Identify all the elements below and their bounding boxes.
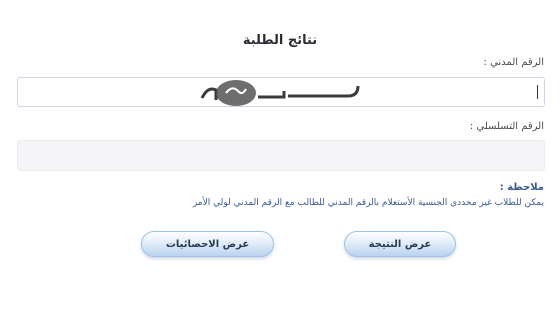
page-title: نتائج الطلبة	[242, 33, 318, 48]
civil-id-label: الرقم المدني :	[483, 57, 544, 68]
note-text: يمكن للطلاب غير محددي الجنسية الأستعلام …	[192, 198, 544, 208]
show-result-button[interactable]: عرض النتيجة	[344, 231, 456, 257]
text-cursor	[537, 85, 538, 99]
logo-watermark-icon	[200, 80, 360, 106]
note-title: ملاحظة :	[499, 182, 544, 193]
serial-number-input[interactable]	[17, 140, 545, 171]
results-card: نتائج الطلبة الرقم المدني : الرقم التسلس…	[0, 0, 560, 315]
serial-number-label: الرقم التسلسلي :	[469, 121, 544, 132]
show-statistics-button[interactable]: عرض الاحصائيات	[141, 231, 274, 257]
